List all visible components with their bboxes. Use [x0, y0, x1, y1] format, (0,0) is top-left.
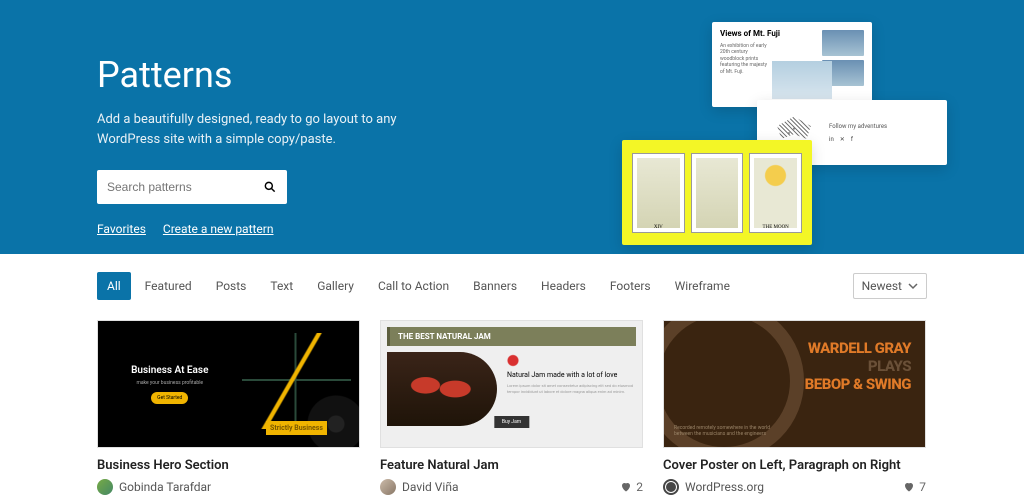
heart-icon [620, 481, 632, 493]
hero-preview-cluster: Views of Mt. Fuji An exhibition of early… [597, 10, 957, 254]
pattern-title: Cover Poster on Left, Paragraph on Right [663, 458, 926, 473]
filter-banners[interactable]: Banners [463, 272, 527, 300]
filter-cta[interactable]: Call to Action [368, 272, 459, 300]
filter-all[interactable]: All [97, 272, 131, 300]
pattern-card[interactable]: THE BEST NATURAL JAM Natural Jam made wi… [380, 320, 643, 495]
search-input[interactable] [107, 180, 263, 194]
pattern-card[interactable]: WARDELL GRAY PLAYS BEBOP & SWING Recorde… [663, 320, 926, 495]
like-count[interactable]: 2 [620, 480, 643, 494]
author-name: David Viña [402, 480, 459, 494]
hero-banner: Patterns Add a beautifully designed, rea… [0, 0, 1024, 254]
filter-wireframe[interactable]: Wireframe [665, 272, 740, 300]
pattern-title: Feature Natural Jam [380, 458, 643, 473]
sort-label: Newest [862, 279, 902, 293]
filter-footers[interactable]: Footers [600, 272, 661, 300]
create-pattern-link[interactable]: Create a new pattern [163, 222, 274, 236]
filter-text[interactable]: Text [260, 272, 303, 300]
page-subtitle: Add a beautifully designed, ready to go … [97, 110, 417, 150]
author-avatar [97, 479, 113, 495]
like-count[interactable]: 7 [903, 480, 926, 494]
filter-headers[interactable]: Headers [531, 272, 596, 300]
filter-posts[interactable]: Posts [206, 272, 257, 300]
author-name: Gobinda Tarafdar [119, 480, 211, 494]
filter-gallery[interactable]: Gallery [307, 272, 364, 300]
filter-featured[interactable]: Featured [135, 272, 202, 300]
preview-follow-text: Follow my adventures [829, 123, 935, 130]
pattern-title: Business Hero Section [97, 458, 360, 473]
author-name: WordPress.org [685, 480, 764, 494]
search-box[interactable] [97, 170, 287, 204]
pattern-thumbnail: WARDELL GRAY PLAYS BEBOP & SWING Recorde… [663, 320, 926, 448]
preview-card-tarot: XIV THE MOON [622, 140, 812, 245]
author-avatar [380, 479, 396, 495]
pattern-card[interactable]: Business At Ease make your business prof… [97, 320, 360, 495]
page-title: Patterns [97, 54, 417, 96]
favorites-link[interactable]: Favorites [97, 222, 146, 236]
preview-desc: An exhibition of early 20th century wood… [720, 43, 770, 76]
preview-card-fuji: Views of Mt. Fuji An exhibition of early… [712, 22, 872, 107]
author-avatar [663, 479, 679, 495]
chevron-down-icon [908, 281, 918, 291]
search-icon [263, 180, 277, 194]
pattern-thumbnail: Business At Ease make your business prof… [97, 320, 360, 448]
filter-bar: All Featured Posts Text Gallery Call to … [97, 272, 927, 300]
heart-icon [903, 481, 915, 493]
sort-dropdown[interactable]: Newest [853, 273, 927, 299]
pattern-thumbnail: THE BEST NATURAL JAM Natural Jam made wi… [380, 320, 643, 448]
pattern-grid: Business At Ease make your business prof… [97, 320, 927, 495]
strawberry-icon [507, 354, 519, 367]
